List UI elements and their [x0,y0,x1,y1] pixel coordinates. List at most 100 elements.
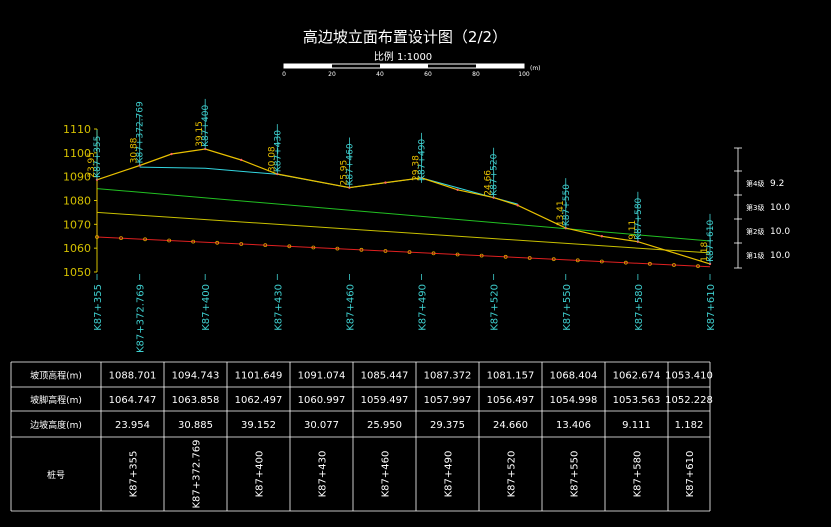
legend-berm-value: 10.0 [770,227,790,237]
table-row-label: 边坡高度(m) [30,419,82,431]
height-label: 25.95 [339,160,349,186]
scale-tick-label: 0 [282,71,286,78]
berm-line-4 [139,166,518,205]
table-cell: 24.660 [493,420,528,431]
table-cell: 9.111 [622,420,651,431]
table-cell: 30.077 [304,420,339,431]
table-cell: 1087.372 [424,371,472,382]
legend-berm-name: 第2级 [746,227,764,236]
table-station-cell: K87+430 [318,451,329,498]
scale-tick-label: 60 [424,71,432,78]
berm-line-1 [96,236,711,268]
scale-tick-labels: 0 20 40 60 80 100 [282,71,530,78]
table-station-cell: K87+520 [507,451,518,498]
height-label: 39.15 [195,121,205,147]
elevation-axis: 1050106010701080109011001110 [63,123,98,279]
slope-elevation-drawing: 高边坡立面布置设计图（2/2） 比例 1:1000 0 20 40 60 80 100 (… [10,28,790,512]
ground-point [170,152,173,156]
station-label-bottom: K87+550 [562,284,573,331]
y-tick-label: 1080 [63,195,91,208]
table-cell: 1101.649 [235,371,283,382]
table-cell: 1081.157 [487,371,535,382]
table-cell: 30.885 [178,420,213,431]
height-label: 30.08 [267,146,277,172]
height-label: 1.18 [700,242,710,262]
height-label: 30.88 [130,137,140,163]
table-cell: 1053.563 [613,395,661,406]
station-label-bottom: K87+460 [345,284,356,331]
table-cell: 29.375 [430,420,465,431]
table-cell: 1085.447 [361,371,409,382]
table-station-cell: K87+580 [633,451,644,498]
table-cell: 1060.997 [298,395,346,406]
table-station-cell: K87+400 [255,451,266,498]
y-tick-label: 1070 [63,218,91,231]
legend-berm-value: 10.0 [770,251,790,261]
table-cell: 1094.743 [172,371,220,382]
table-station-cell: K87+490 [444,451,455,498]
table-cell: 1053.410 [665,371,713,382]
station-label-bottom: K87+490 [418,284,429,331]
station-label-bottom: K87+520 [490,284,501,331]
ground-point [456,188,459,191]
table-row-label: 坡脚高程(m) [30,394,82,406]
station-label-bottom: K87+610 [706,284,717,331]
table-cell: 25.950 [367,420,402,431]
height-label: 13.41 [556,200,566,226]
height-label: 9.11 [628,220,638,240]
scale-tick-label: 40 [376,71,384,78]
table-station-cell: K87+550 [570,451,581,498]
scale-label: 比例 1:1000 [374,50,432,63]
table-cell: 1.182 [675,420,704,431]
table-station-cell: K87+372.769 [192,439,203,508]
table-cell: 1063.858 [172,395,220,406]
table-row-label: 坡顶高程(m) [30,370,82,382]
scale-tick-label: 80 [472,71,480,78]
station-label-bottom: K87+372.769 [136,284,147,353]
table-cell: 1064.747 [109,395,157,406]
scale-bar [283,63,525,69]
table-station-cell: K87+460 [381,451,392,498]
station-label-bottom: K87+580 [634,284,645,331]
height-label: 24.66 [484,170,494,196]
drawing-title: 高边坡立面布置设计图（2/2） [303,28,507,46]
y-tick-label: 1110 [63,123,91,136]
table-station-cell: K87+610 [685,451,696,498]
legend-berm-name: 第4级 [746,179,764,188]
scale-tick-label: 20 [328,71,336,78]
legend-berm-name: 第1级 [746,251,764,260]
table-cell: 1062.674 [613,371,661,382]
y-tick-label: 1050 [63,266,91,279]
table-cell: 13.406 [556,420,591,431]
table-row-label: 桩号 [47,469,65,481]
station-label-bottom: K87+400 [201,284,212,331]
table-cell: 1054.998 [550,395,598,406]
table-cell: 39.152 [241,420,276,431]
height-label: 29.38 [412,155,422,181]
station-markers: K87+35523.95K87+355K87+372.76930.88K87+3… [87,98,717,353]
profile-lines [95,147,712,269]
table-station-cell: K87+355 [129,451,140,498]
table-cell: 1052.228 [665,395,713,406]
ground-point [516,204,519,207]
y-tick-label: 1060 [63,242,91,255]
table-cell: 1057.997 [424,395,472,406]
legend-berm-name: 第3级 [746,203,764,212]
table-cell: 1056.497 [487,395,535,406]
ground-point [240,158,243,162]
table-cell: 1091.074 [298,371,346,382]
drawing-canvas: 高边坡立面布置设计图（2/2） 比例 1:1000 0 20 40 60 80 100 (… [0,0,831,523]
table-cell: 1062.497 [235,395,283,406]
station-label-bottom: K87+355 [93,284,104,331]
table-cell: 1059.497 [361,395,409,406]
legend-berm-value: 10.0 [770,203,790,213]
legend-berm-value: 9.2 [770,179,784,189]
ground-point [600,235,604,238]
height-label: 23.95 [87,152,97,178]
table-cell: 1088.701 [109,371,157,382]
scale-unit: (m) [530,65,541,72]
table-cell: 23.954 [115,420,150,431]
slope-data-table: 坡顶高程(m) 坡脚高程(m) 边坡高度(m) 桩号 1088.701 1094.743 1… [10,361,713,512]
station-label-bottom: K87+430 [273,284,284,331]
table-cell: 1068.404 [550,371,598,382]
